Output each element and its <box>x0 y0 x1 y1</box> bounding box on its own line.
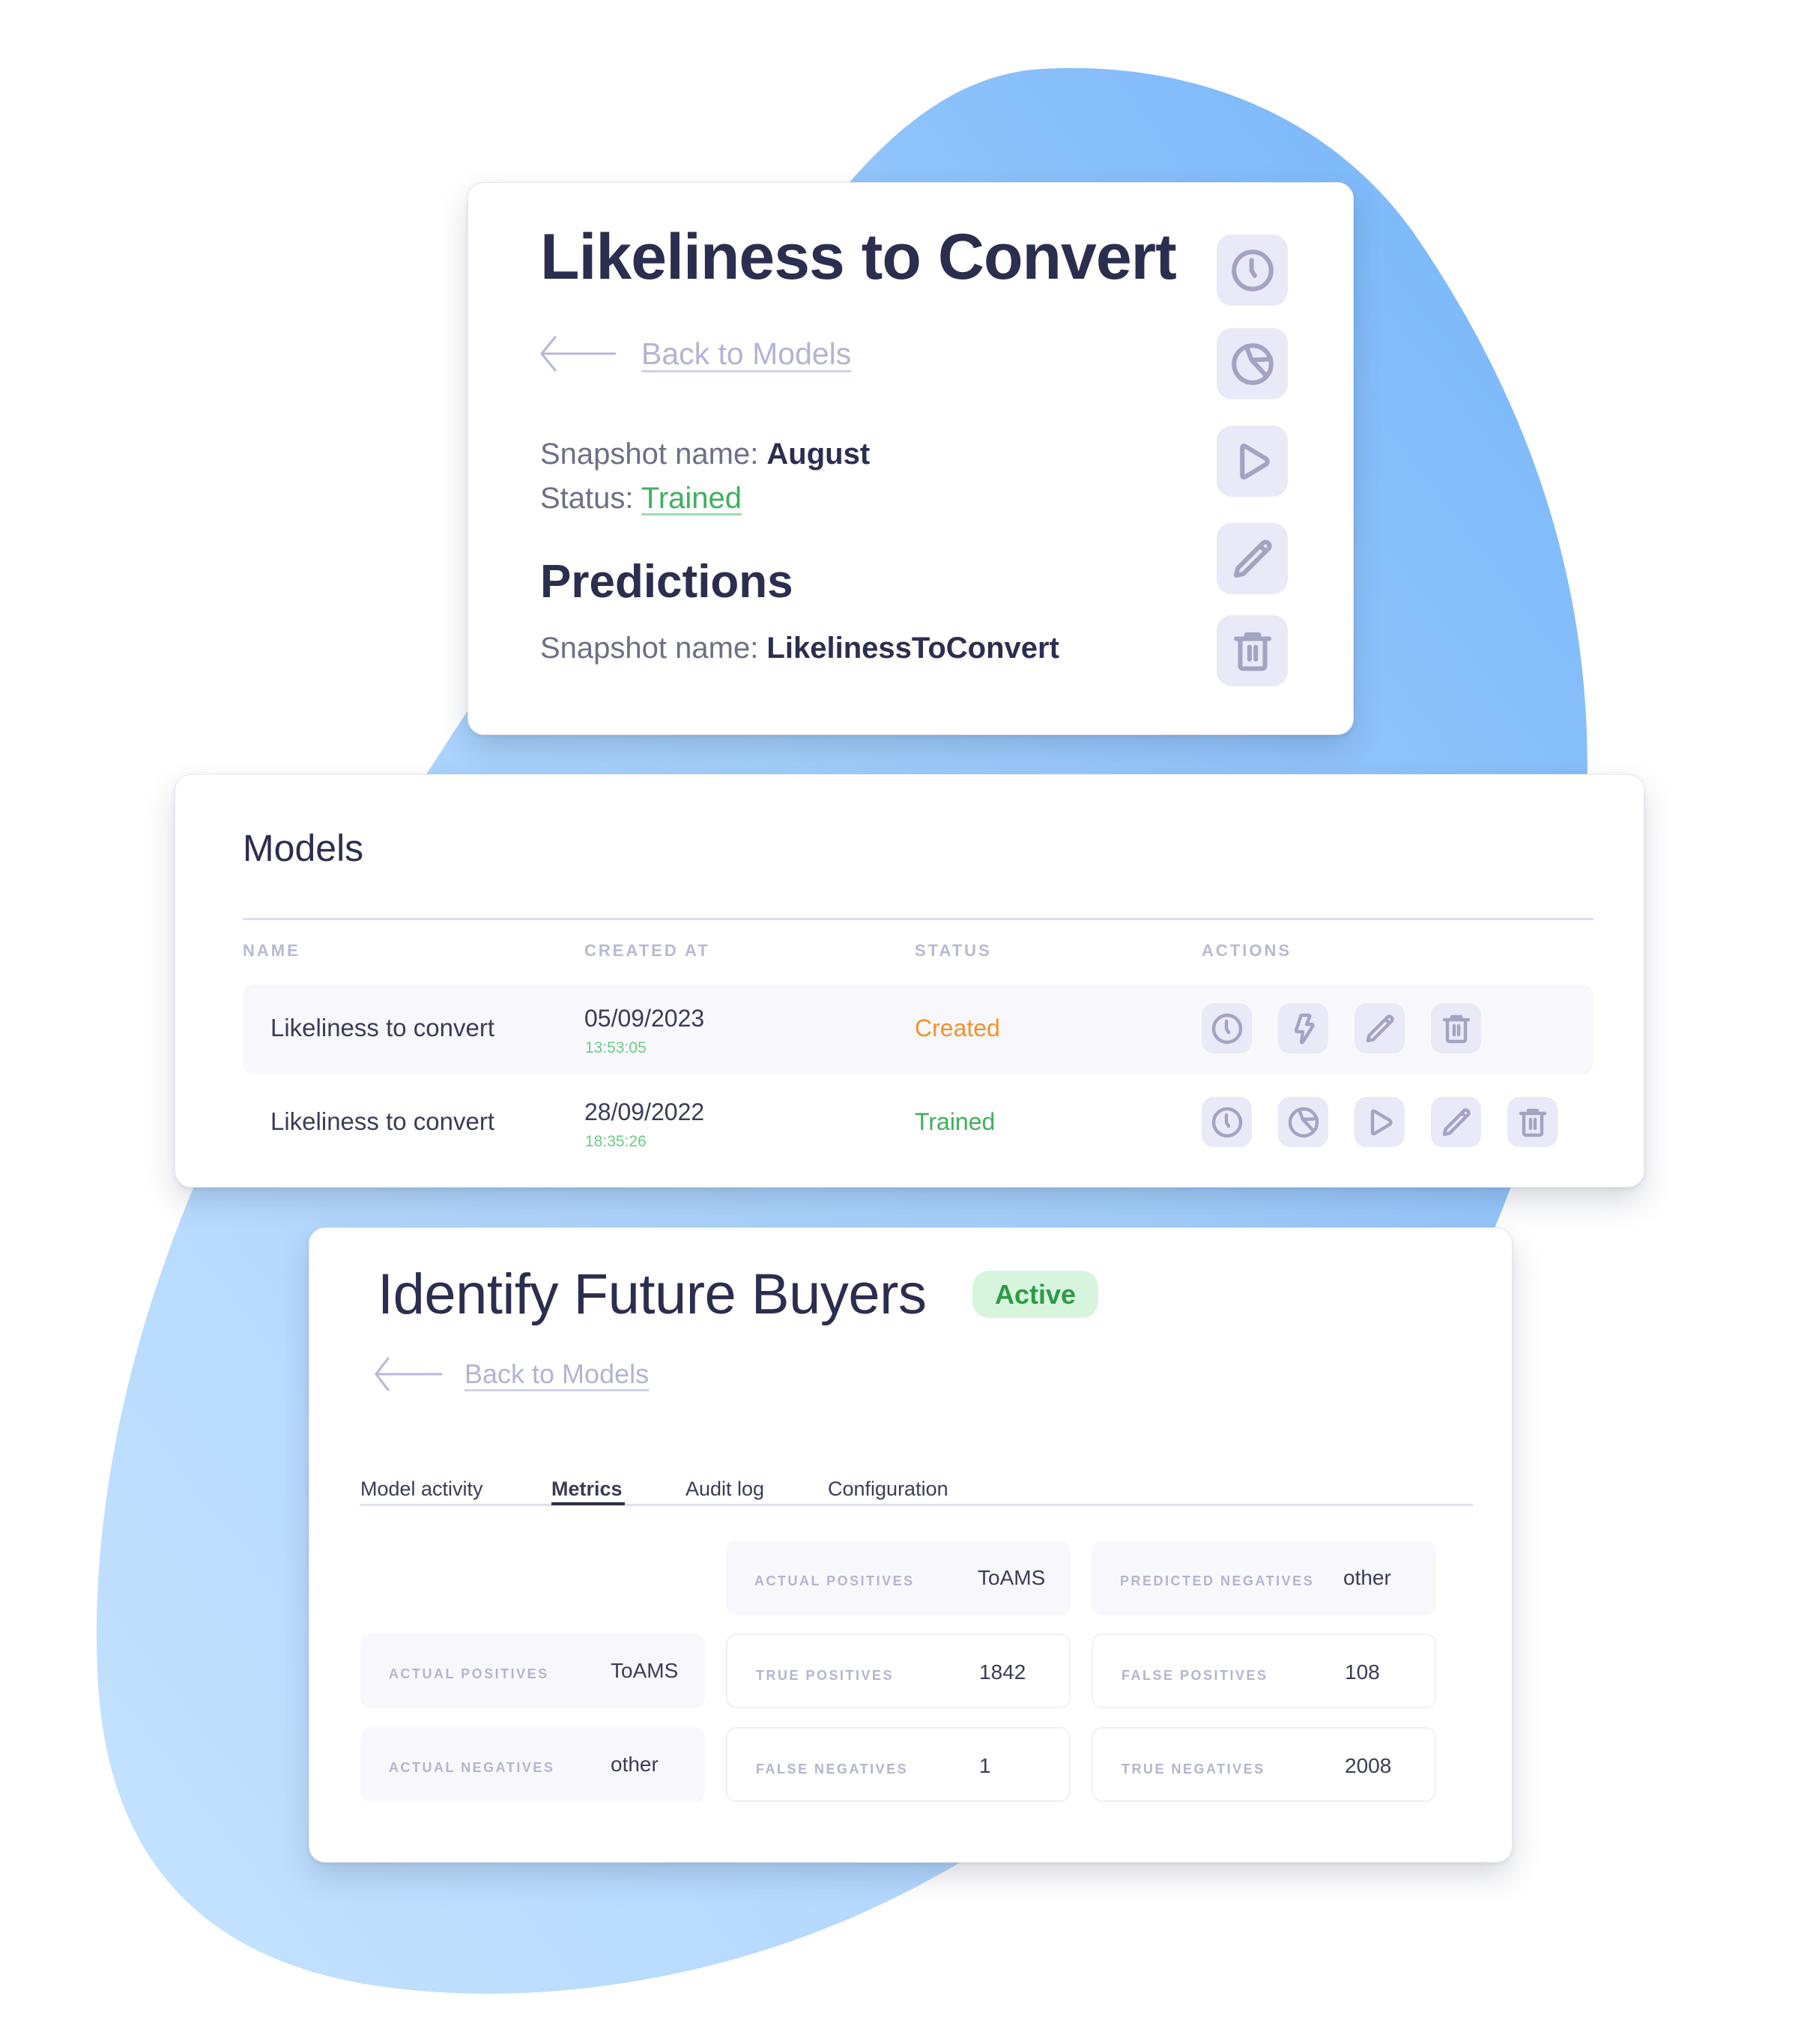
page-title: Likeliness to Convert <box>540 221 1177 293</box>
run-button[interactable] <box>1354 1097 1405 1147</box>
row-created-date: 05/09/2023 <box>584 1005 705 1032</box>
trash-icon <box>1442 1015 1470 1043</box>
pencil-icon <box>1442 1107 1471 1136</box>
model-title: Identify Future Buyers <box>378 1263 927 1326</box>
play-icon <box>1239 443 1270 480</box>
metric-value: ToAMS <box>611 1659 679 1682</box>
snapshot-name-line: Snapshot name: August <box>540 438 870 471</box>
predictions-snapshot-label: Snapshot name: <box>540 632 767 665</box>
metrics-button[interactable] <box>1278 1097 1328 1147</box>
status-badge: Active <box>972 1271 1098 1318</box>
metric-label: TRUE NEGATIVES <box>1122 1762 1265 1777</box>
status-badge-label: Active <box>994 1278 1077 1310</box>
model-metrics-card: Identify Future Buyers Active Back to Mo… <box>309 1227 1513 1863</box>
column-header-name[interactable]: NAME <box>243 941 300 961</box>
metric-value: 1 <box>979 1754 991 1777</box>
pie-chart-icon <box>1231 342 1274 385</box>
tab-metrics[interactable]: Metrics <box>551 1478 623 1501</box>
metric-label: ACTUAL POSITIVES <box>754 1573 915 1588</box>
history-button[interactable] <box>1202 1003 1252 1053</box>
active-tab-indicator <box>551 1502 625 1505</box>
lightning-icon <box>1294 1013 1315 1044</box>
snapshot-name-label: Snapshot name: <box>540 438 767 471</box>
row-created-date: 28/09/2022 <box>584 1098 705 1125</box>
row-status: Created <box>915 1015 1000 1041</box>
metric-value: ToAMS <box>978 1566 1046 1589</box>
metrics-button[interactable] <box>1217 328 1288 399</box>
column-header-predicted-negatives: PREDICTED NEGATIVES other <box>1092 1540 1436 1615</box>
back-to-models-label: Back to Models <box>464 1358 650 1389</box>
tab-configuration[interactable]: Configuration <box>828 1478 948 1501</box>
metric-true-positives: TRUE POSITIVES 1842 <box>726 1633 1071 1708</box>
pencil-icon <box>1366 1014 1394 1042</box>
clock-icon <box>1211 1013 1242 1044</box>
column-header-actual-positives: ACTUAL POSITIVES ToAMS <box>726 1540 1071 1615</box>
edit-button[interactable] <box>1354 1003 1405 1053</box>
column-header-actions: ACTIONS <box>1202 941 1292 960</box>
metric-value: 1842 <box>979 1660 1026 1684</box>
tab-audit-log[interactable]: Audit log <box>685 1478 764 1501</box>
back-to-models-label: Back to Models <box>641 336 852 371</box>
predictions-heading: Predictions <box>540 556 793 608</box>
snapshot-card: Likeliness to Convert Back to Models Sna… <box>467 182 1354 735</box>
metric-false-positives: FALSE POSITIVES 108 <box>1092 1633 1436 1708</box>
table-row[interactable]: Likeliness to convert 05/09/2023 13:53:0… <box>243 985 1593 1074</box>
snapshot-name-value: August <box>766 438 871 471</box>
history-button[interactable] <box>1217 235 1288 306</box>
clock-icon <box>1231 249 1274 291</box>
metric-false-negatives: FALSE NEGATIVES 1 <box>726 1727 1071 1802</box>
row-header-actual-positives: ACTUAL POSITIVES ToAMS <box>360 1633 705 1708</box>
table-divider <box>243 918 1593 920</box>
tabs-divider <box>360 1504 1473 1506</box>
predictions-snapshot-line: Snapshot name: LikelinessToConvert <box>540 632 1059 665</box>
row-name[interactable]: Likeliness to convert <box>270 1014 494 1042</box>
metric-value: 108 <box>1345 1660 1380 1684</box>
arrow-left-icon <box>375 1357 443 1391</box>
metric-value: 2008 <box>1345 1754 1392 1777</box>
status-label: Status: <box>540 482 641 515</box>
row-created-time: 13:53:05 <box>585 1039 647 1056</box>
metric-value: other <box>611 1753 659 1776</box>
back-to-models-link[interactable]: Back to Models <box>539 333 851 375</box>
predictions-snapshot-value: LikelinessToConvert <box>766 632 1059 665</box>
column-header-created-at[interactable]: CREATED AT <box>584 941 710 961</box>
metric-label: ACTUAL NEGATIVES <box>389 1760 555 1775</box>
row-header-actual-negatives: ACTUAL NEGATIVES other <box>360 1727 705 1802</box>
trash-icon <box>1519 1108 1546 1137</box>
trash-icon <box>1233 632 1271 671</box>
run-button[interactable] <box>1217 426 1288 497</box>
metric-true-negatives: TRUE NEGATIVES 2008 <box>1092 1727 1436 1802</box>
edit-button[interactable] <box>1217 523 1288 594</box>
metric-label: FALSE POSITIVES <box>1122 1668 1268 1683</box>
back-to-models-link[interactable]: Back to Models <box>374 1355 649 1393</box>
row-created-time: 18:35:26 <box>585 1133 647 1150</box>
metric-label: FALSE NEGATIVES <box>756 1762 909 1777</box>
edit-button[interactable] <box>1431 1097 1481 1147</box>
pie-chart-icon <box>1288 1107 1319 1137</box>
delete-button[interactable] <box>1507 1097 1558 1147</box>
metric-label: TRUE POSITIVES <box>756 1668 895 1683</box>
pencil-icon <box>1233 539 1272 578</box>
column-header-status: STATUS <box>915 941 992 960</box>
metric-label: PREDICTED NEGATIVES <box>1120 1573 1315 1588</box>
status-value-link[interactable]: Trained <box>641 482 742 515</box>
row-name[interactable]: Likeliness to convert <box>270 1107 494 1136</box>
tab-model-activity[interactable]: Model activity <box>360 1478 483 1501</box>
metric-value: other <box>1343 1566 1391 1589</box>
delete-button[interactable] <box>1431 1003 1481 1053</box>
deploy-button[interactable] <box>1278 1003 1328 1053</box>
history-button[interactable] <box>1202 1097 1252 1147</box>
play-icon <box>1370 1109 1393 1135</box>
table-row[interactable]: Likeliness to convert 28/09/2022 18:35:2… <box>243 1077 1593 1166</box>
arrow-left-icon <box>540 336 617 372</box>
clock-icon <box>1211 1107 1242 1137</box>
models-card: Models NAME CREATED AT STATUS ACTIONS Li… <box>175 774 1644 1188</box>
metric-label: ACTUAL POSITIVES <box>389 1666 549 1681</box>
models-title: Models <box>243 827 364 869</box>
status-line: Status: Trained <box>540 482 742 515</box>
row-status: Trained <box>915 1108 996 1135</box>
delete-button[interactable] <box>1217 615 1288 686</box>
